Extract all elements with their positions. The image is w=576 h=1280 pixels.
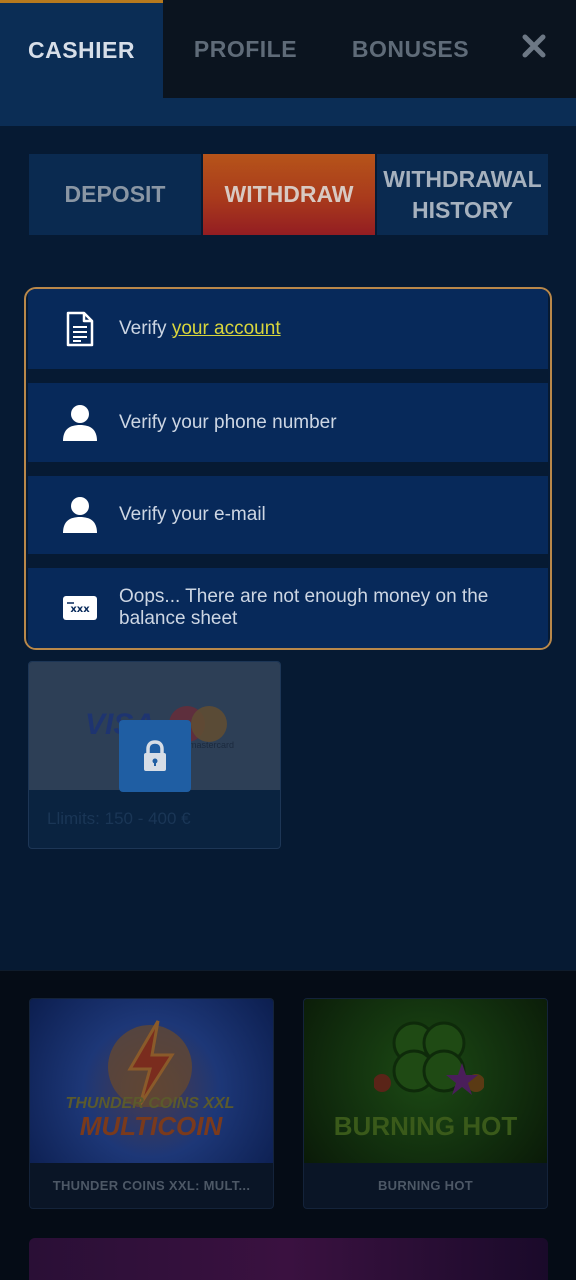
verify-email-text: Verify your e-mail [119,504,266,525]
svg-text:xxx: xxx [70,604,90,615]
game-title: BURNING HOT [377,1178,474,1193]
payment-method-card[interactable]: VISA mastercard Llimits: 150 - 400 € [28,661,281,849]
clover-icon [374,1021,484,1095]
verify-account-row: Verify your account [28,289,548,369]
tab-withdraw[interactable]: WITHDRAW [203,154,375,235]
tab-cashier[interactable]: CASHIER [0,0,163,98]
game-logo-line2: MULTICOIN [79,1111,223,1141]
verify-phone-row[interactable]: Verify your phone number [28,383,548,462]
close-button[interactable] [508,26,560,66]
verify-account-prefix: Verify [119,318,172,339]
game-title: THUNDER COINS XXL: MULT... [52,1178,251,1193]
game-card-burning-hot[interactable]: BURNING HOT BURNING HOT [303,998,548,1209]
card-xxx-icon: xxx [62,588,98,628]
game-thumbnail: BURNING HOT [304,999,547,1163]
verification-requirements: Verify your account Verify your phone nu… [24,287,552,650]
verify-email-row[interactable]: Verify your e-mail [28,476,548,554]
header-band [0,98,576,126]
close-icon [522,34,546,58]
game-card-partial[interactable] [29,1238,548,1280]
game-card-thunder-coins[interactable]: THUNDER COINS XXL MULTICOIN THUNDER COIN… [29,998,274,1209]
user-icon [62,495,98,535]
tab-profile[interactable]: PROFILE [163,0,328,98]
mastercard-logo-yellow [191,706,227,742]
lock-icon [144,740,166,771]
balance-warning-text: Oops... There are not enough money on th… [119,586,489,629]
balance-warning-row: xxx Oops... There are not enough money o… [28,568,548,648]
user-icon [62,403,98,443]
lock-badge [119,720,191,792]
lightning-icon [108,1020,192,1107]
payment-limits: Llimits: 150 - 400 € [47,809,191,828]
tab-bonuses[interactable]: BONUSES [328,0,493,98]
tab-withdrawal-history[interactable]: WITHDRAWAL HISTORY [377,154,548,235]
top-tab-bar: CASHIER PROFILE BONUSES [0,0,576,98]
mastercard-label: mastercard [189,740,235,750]
verify-account-link[interactable]: your account [172,318,281,339]
document-icon [62,309,98,349]
game-logo-line1: BURNING HOT [333,1111,518,1141]
tab-deposit[interactable]: DEPOSIT [29,154,201,235]
verify-phone-text: Verify your phone number [119,411,337,433]
game-thumbnail: THUNDER COINS XXL MULTICOIN [30,999,273,1163]
